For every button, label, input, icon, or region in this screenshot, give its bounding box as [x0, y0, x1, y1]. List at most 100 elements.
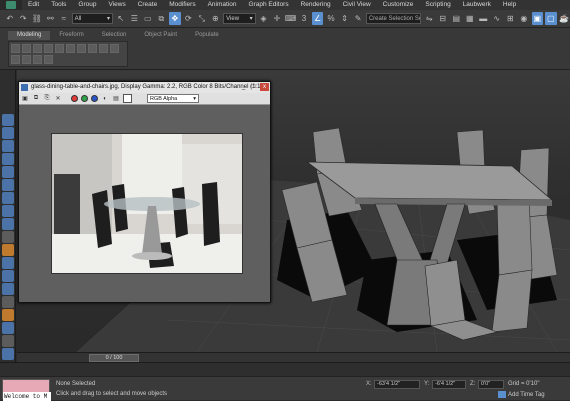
ribbon-tool-icon[interactable]	[11, 55, 20, 64]
window-crossing-icon[interactable]: ⧉	[156, 12, 168, 25]
ribbon-tool-icon[interactable]	[55, 44, 64, 53]
angle-snap-icon[interactable]: ∠	[311, 12, 324, 25]
menu-help[interactable]: Help	[497, 0, 522, 10]
track-bar[interactable]	[0, 362, 570, 376]
close-button[interactable]: x	[260, 83, 269, 91]
layer-icon[interactable]	[1, 179, 14, 191]
minimize-button[interactable]: _	[239, 83, 248, 91]
move-icon[interactable]	[1, 140, 14, 152]
display-icon[interactable]	[1, 192, 14, 204]
application-button[interactable]	[0, 0, 22, 10]
alpha-channel-icon[interactable]: ◐	[101, 95, 109, 103]
reference-coordinate-dropdown[interactable]: View ▾	[223, 13, 256, 24]
clear-icon[interactable]: ✕	[54, 95, 62, 103]
time-slider[interactable]: 0 / 100	[89, 354, 139, 362]
ribbon-tool-icon[interactable]	[110, 44, 119, 53]
select-object-icon[interactable]: ↖	[115, 12, 127, 25]
container-icon[interactable]	[1, 348, 14, 360]
redo-icon[interactable]: ↷	[18, 12, 30, 25]
undo-icon[interactable]: ↶	[4, 12, 16, 25]
mono-icon[interactable]: ▤	[112, 95, 120, 103]
select-and-place-icon[interactable]: ⊕	[210, 12, 222, 25]
menu-tools[interactable]: Tools	[45, 0, 72, 10]
ribbon-tool-icon[interactable]	[33, 55, 42, 64]
maxscript-listener[interactable]: Welcome to M	[2, 379, 51, 401]
ribbon-tool-icon[interactable]	[88, 44, 97, 53]
scale-icon[interactable]	[1, 166, 14, 178]
tab-populate[interactable]: Populate	[186, 31, 228, 40]
ribbon-tool-icon[interactable]	[22, 55, 31, 64]
percent-snap-icon[interactable]: %	[325, 12, 337, 25]
save-image-icon[interactable]: ▣	[21, 95, 29, 103]
green-channel-icon[interactable]	[81, 95, 88, 102]
frame-window-titlebar[interactable]: glass-dining-table-and-chairs.jpg, Displ…	[19, 82, 270, 93]
manipulate-icon[interactable]: ✛	[271, 12, 283, 25]
menu-group[interactable]: Group	[72, 0, 102, 10]
ribbon-tool-icon[interactable]	[11, 44, 20, 53]
menu-laubwerk[interactable]: Laubwerk	[457, 0, 497, 10]
select-and-scale-icon[interactable]: ⤡	[196, 12, 208, 25]
ribbon-tool-icon[interactable]	[44, 55, 53, 64]
hierarchy-icon[interactable]	[1, 205, 14, 217]
menu-graph-editors[interactable]: Graph Editors	[243, 0, 295, 10]
menu-scripting[interactable]: Scripting	[419, 0, 456, 10]
x-coordinate-field[interactable]: -63'4 1/2"	[374, 380, 420, 389]
menu-animation[interactable]: Animation	[202, 0, 243, 10]
menu-customize[interactable]: Customize	[377, 0, 420, 10]
mirror-icon[interactable]: ⇋	[423, 12, 435, 25]
select-and-move-icon[interactable]: ✥	[169, 12, 181, 25]
rendered-frame-window[interactable]: glass-dining-table-and-chairs.jpg, Displ…	[18, 81, 271, 303]
ribbon-tool-icon[interactable]	[66, 44, 75, 53]
select-by-name-icon[interactable]: ☰	[129, 12, 141, 25]
camera-icon[interactable]	[1, 257, 14, 269]
pivot-center-icon[interactable]: ◈	[258, 12, 270, 25]
tab-selection[interactable]: Selection	[93, 31, 136, 40]
tab-freeform[interactable]: Freeform	[50, 31, 92, 40]
render-setup-icon[interactable]: ▣	[531, 12, 544, 25]
ribbon-tool-icon[interactable]	[99, 44, 108, 53]
material-editor-icon[interactable]: ◉	[518, 12, 530, 25]
bind-space-warp-icon[interactable]: ≈	[58, 12, 70, 25]
render-icon[interactable]	[1, 322, 14, 334]
keyboard-shortcut-override-icon[interactable]: ⌨	[285, 12, 297, 25]
schematic-view-icon[interactable]: ⊞	[505, 12, 517, 25]
snaps-toggle-icon[interactable]: 3	[298, 12, 310, 25]
select-and-rotate-icon[interactable]: ⟳	[183, 12, 195, 25]
toggle-scene-explorer-icon[interactable]: ▤	[450, 12, 462, 25]
material-icon[interactable]	[1, 309, 14, 321]
systems-icon[interactable]	[1, 296, 14, 308]
menu-modifiers[interactable]: Modifiers	[163, 0, 201, 10]
copy-image-icon[interactable]: ⧉	[32, 95, 40, 103]
display-channel-dropdown[interactable]: RGB Alpha ▾	[147, 94, 199, 103]
ribbon-tool-icon[interactable]	[77, 44, 86, 53]
rendered-frame-window-icon[interactable]: ▢	[545, 12, 557, 25]
tab-modeling[interactable]: Modeling	[8, 31, 51, 40]
link-icon[interactable]	[1, 218, 14, 230]
freeze-icon[interactable]	[1, 231, 14, 243]
helper-icon[interactable]	[1, 270, 14, 282]
named-selection-sets-field[interactable]: Create Selection Se	[365, 13, 422, 24]
spinner-snap-icon[interactable]: ⇕	[339, 12, 351, 25]
maximize-button[interactable]: □	[249, 83, 258, 91]
render-production-icon[interactable]: ☕	[559, 12, 570, 25]
viewport-layout-icon[interactable]	[1, 114, 14, 126]
z-coordinate-field[interactable]: 0'0"	[478, 380, 504, 389]
menu-edit[interactable]: Edit	[22, 0, 45, 10]
ribbon-tool-icon[interactable]	[44, 44, 53, 53]
ribbon-tool-icon[interactable]	[33, 44, 42, 53]
color-swatch[interactable]	[123, 94, 132, 103]
toggle-layer-explorer-icon[interactable]: ▦	[464, 12, 476, 25]
blue-channel-icon[interactable]	[91, 95, 98, 102]
clone-window-icon[interactable]: ⎘	[43, 95, 51, 103]
utilities-icon[interactable]	[1, 335, 14, 347]
unlink-icon[interactable]: ⚯	[45, 12, 57, 25]
rotate-icon[interactable]	[1, 153, 14, 165]
menu-views[interactable]: Views	[102, 0, 131, 10]
align-icon[interactable]: ⊟	[437, 12, 449, 25]
rectangular-selection-icon[interactable]: ▭	[142, 12, 154, 25]
add-time-tag-button[interactable]: Add Time Tag	[498, 391, 545, 398]
y-coordinate-field[interactable]: -6'4 1/2"	[432, 380, 466, 389]
select-icon[interactable]	[1, 127, 14, 139]
curve-editor-icon[interactable]: ∿	[491, 12, 503, 25]
menu-civil-view[interactable]: Civil View	[337, 0, 377, 10]
